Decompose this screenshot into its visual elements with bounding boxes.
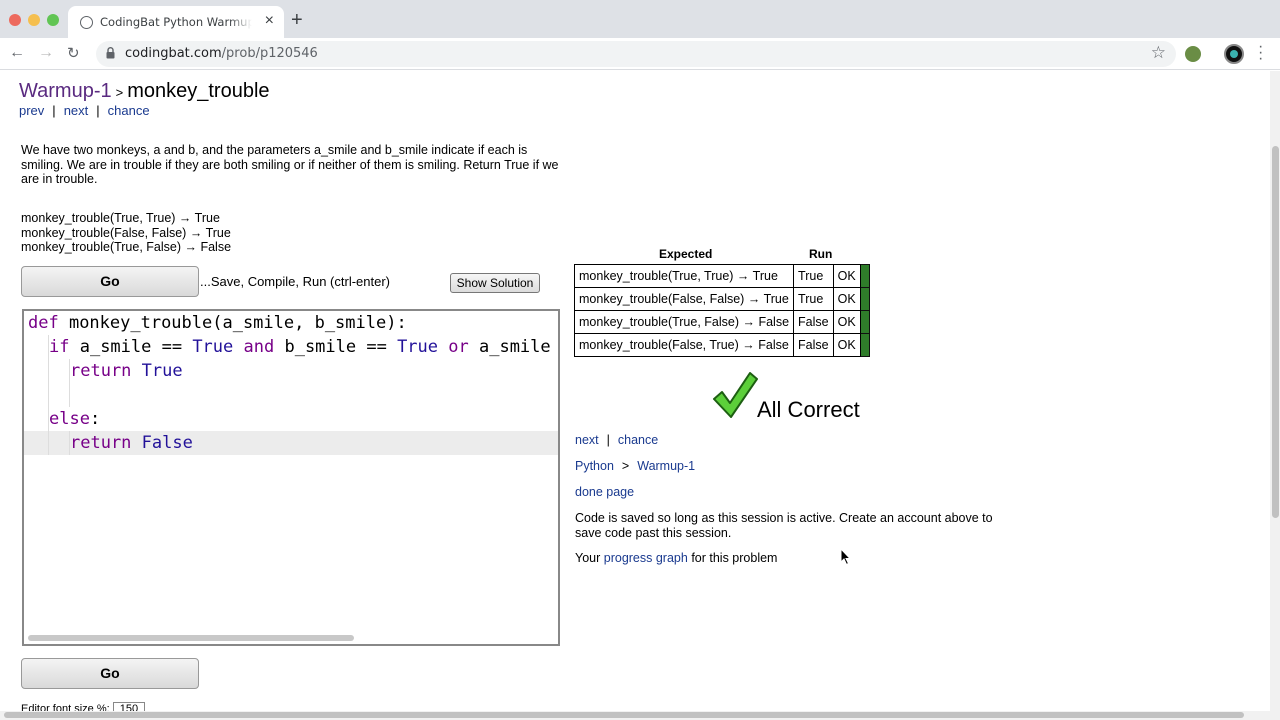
nav-separator: | — [52, 103, 56, 118]
lock-icon — [106, 47, 115, 59]
go-button-bottom[interactable]: Go — [21, 658, 199, 689]
pass-indicator — [859, 310, 870, 334]
done-page-row: done page — [575, 485, 634, 499]
example-line: monkey_trouble(True, False) → False — [21, 240, 232, 254]
kebab-menu-icon[interactable]: · · · — [1258, 39, 1263, 67]
chance-link[interactable]: chance — [618, 433, 658, 447]
browser-tab[interactable]: CodingBat Python Warmup-1 monkey_trouble… — [68, 6, 284, 38]
go-button[interactable]: Go — [21, 266, 199, 297]
python-link[interactable]: Python — [575, 459, 614, 473]
browser-tab-strip: CodingBat Python Warmup-1 monkey_trouble… — [0, 0, 1280, 38]
expected-cell: monkey_trouble(False, False) → True — [573, 287, 795, 311]
maximize-window-button[interactable] — [47, 14, 59, 26]
browser-toolbar: ← → ↻ codingbat.com/prob/p120546 ☆ — [0, 38, 1280, 70]
run-cell: False — [793, 310, 834, 334]
next-link[interactable]: next — [64, 103, 89, 118]
progress-row: Your progress graph for this problem — [575, 551, 777, 565]
nav-separator: | — [96, 103, 100, 118]
profile-avatar[interactable] — [1224, 44, 1244, 64]
address-bar[interactable]: codingbat.com/prob/p120546 ☆ — [96, 41, 1176, 67]
problem-description: We have two monkeys, a and b, and the pa… — [21, 143, 559, 186]
table-row: monkey_trouble(True, False) → False False… — [573, 310, 870, 334]
code-editor[interactable]: def monkey_trouble(a_smile, b_smile): if… — [22, 309, 560, 646]
forward-arrow-icon[interactable]: → — [38, 44, 54, 62]
expected-cell: monkey_trouble(False, True) → False — [573, 333, 795, 357]
progress-prefix: Your — [575, 551, 601, 565]
minimize-window-button[interactable] — [28, 14, 40, 26]
example-line: monkey_trouble(True, True) → True — [21, 211, 220, 225]
prev-link[interactable]: prev — [19, 103, 44, 118]
new-tab-plus-icon[interactable]: + — [291, 10, 303, 30]
expected-cell: monkey_trouble(True, True) → True — [573, 264, 795, 288]
table-row: monkey_trouble(True, True) → True True OK — [573, 264, 870, 288]
expected-cell: monkey_trouble(True, False) → False — [573, 310, 795, 334]
editor-font-size: Editor font size %: 150 — [21, 702, 146, 711]
expected-header: Expected — [659, 247, 713, 261]
all-correct-label: All Correct — [757, 397, 860, 422]
result-nav: next | chance — [575, 433, 658, 447]
save-hint: ...Save, Compile, Run (ctrl-enter) — [200, 274, 391, 289]
progress-suffix: for this problem — [691, 551, 778, 565]
progress-graph-link[interactable]: progress graph — [604, 551, 688, 565]
pass-indicator — [859, 333, 870, 357]
status-cell: OK — [832, 287, 861, 311]
pass-indicator — [859, 287, 870, 311]
warmup-link[interactable]: Warmup-1 — [637, 459, 695, 473]
run-cell: False — [793, 333, 834, 357]
globe-icon — [80, 16, 93, 29]
checkmark-icon — [713, 372, 758, 418]
back-arrow-icon[interactable]: ← — [9, 44, 25, 62]
code-line: return False — [70, 433, 193, 453]
saved-note: Code is saved so long as this session is… — [575, 511, 993, 540]
page-content: Warmup-1 > monkey_trouble prev | next | chance… — [0, 71, 1270, 711]
code-line: def monkey_trouble(a_smile, b_smile): — [28, 313, 407, 333]
problem-title: monkey_trouble — [127, 80, 270, 102]
run-cell: True — [793, 264, 834, 288]
status-cell: OK — [832, 264, 861, 288]
reload-icon[interactable]: ↻ — [67, 44, 80, 62]
horizontal-scrollbar-thumb[interactable] — [4, 712, 1244, 718]
table-row: monkey_trouble(False, False) → True True O… — [573, 287, 870, 311]
editor-horizontal-scrollbar[interactable] — [28, 635, 354, 641]
status-cell: OK — [832, 333, 861, 357]
example-line: monkey_trouble(False, False) → True — [21, 225, 231, 240]
bookmark-star-icon[interactable]: ☆ — [1151, 43, 1166, 63]
results-table: monkey_trouble(True, True) → True True OK … — [573, 264, 870, 357]
code-line: else: — [49, 409, 101, 429]
url-text: codingbat.com/prob/p120546 — [125, 46, 318, 61]
table-row: monkey_trouble(False, True) → False False… — [573, 333, 870, 357]
code-line: if a_smile == True and b_smile == True o… — [49, 337, 551, 357]
extension-icon[interactable] — [1185, 46, 1201, 62]
close-tab-icon[interactable]: × — [265, 12, 274, 30]
examples: monkey_trouble(True, True) → True monkey… — [21, 211, 231, 255]
tab-title: CodingBat Python Warmup-1 monkey_trouble — [100, 15, 252, 29]
breadcrumb: Warmup-1 > monkey_trouble — [19, 80, 270, 103]
breadcrumb-separator: > — [115, 85, 124, 100]
chance-link[interactable]: chance — [108, 103, 150, 118]
breadcrumb-separator: > — [621, 459, 630, 473]
show-solution-button[interactable]: Show Solution — [450, 273, 540, 293]
problem-nav: prev | next | chance — [19, 103, 150, 118]
editor-font-label: Editor font size %: — [21, 703, 110, 711]
pass-indicator — [859, 264, 870, 288]
mouse-cursor-icon — [840, 548, 852, 566]
done-page-link[interactable]: done page — [575, 485, 634, 499]
code-line: return True — [70, 361, 183, 381]
status-cell: OK — [832, 310, 861, 334]
section-link[interactable]: Warmup-1 — [19, 80, 112, 102]
editor-font-input[interactable]: 150 — [112, 702, 146, 711]
close-window-button[interactable] — [9, 14, 21, 26]
vertical-scrollbar-thumb[interactable] — [1272, 146, 1279, 518]
result-breadcrumb: Python > Warmup-1 — [575, 459, 695, 473]
next-link[interactable]: next — [575, 433, 599, 447]
run-cell: True — [793, 287, 834, 311]
nav-separator: | — [606, 433, 610, 447]
run-header: Run — [809, 247, 833, 261]
